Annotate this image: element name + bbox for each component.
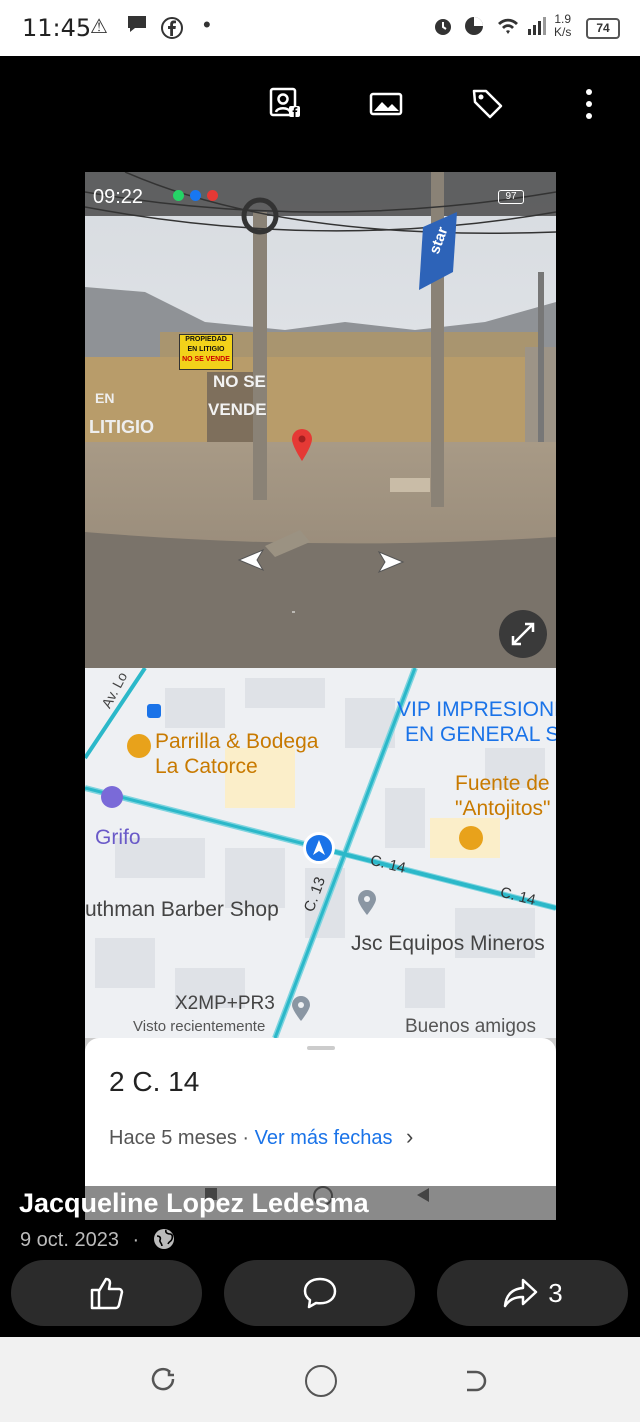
comment-icon <box>303 1277 336 1309</box>
recents-button[interactable] <box>150 1367 178 1400</box>
tag-icon <box>472 89 503 119</box>
map-label-plus-code: X2MP+PR3 <box>175 993 275 1014</box>
image-button[interactable] <box>368 86 404 122</box>
profile-photo-icon <box>269 87 300 117</box>
chevron-right-icon[interactable] <box>375 548 407 581</box>
cafe-pin-icon <box>459 826 483 850</box>
map-label-parrilla-2: La Catorce <box>155 755 258 778</box>
gas-station-pin-icon <box>101 786 123 808</box>
share-button[interactable]: 3 <box>437 1260 628 1326</box>
tag-button[interactable] <box>470 86 506 122</box>
status-bar: 11:45 ⚠ • 1.9 K/s 74 <box>0 0 640 56</box>
dot-icon: • <box>203 12 211 37</box>
like-button[interactable] <box>11 1260 202 1326</box>
back-button[interactable] <box>462 1367 490 1400</box>
map-label-buenos: Buenos amigos <box>405 1016 536 1037</box>
share-icon <box>504 1278 538 1308</box>
capture-age: Hace 5 meses <box>109 1127 237 1149</box>
red-pin-icon <box>291 428 313 467</box>
sign-line-2: EN LITIGIO <box>187 346 225 353</box>
chevron-right-icon[interactable]: › <box>406 1124 413 1149</box>
facebook-icon <box>160 16 184 46</box>
map-label-vip-1: VIP IMPRESIONE <box>397 698 556 721</box>
youtube-icon <box>207 190 218 201</box>
net-speed: 1.9 K/s <box>554 13 571 39</box>
wifi-icon <box>496 15 520 43</box>
chevron-left-icon[interactable] <box>235 546 267 579</box>
map-label-vip-2: EN GENERAL S <box>405 723 556 746</box>
author-name[interactable]: Jacqueline Lopez Ledesma <box>19 1188 369 1219</box>
place-pin-icon <box>357 890 377 916</box>
restaurant-pin-icon <box>127 734 151 758</box>
recents-icon <box>151 1367 175 1391</box>
map-label-parrilla-1: Parrilla & Bodega <box>155 730 319 753</box>
system-nav-bar <box>0 1337 640 1422</box>
messenger-icon <box>190 190 201 201</box>
share-count: 3 <box>548 1277 563 1308</box>
profile-photo-button[interactable] <box>268 86 304 122</box>
map-label-jsc: Jsc Equipos Mineros <box>351 932 545 955</box>
data-saver-icon <box>463 15 485 43</box>
net-speed-value: 1.9 <box>554 12 572 26</box>
image-icon <box>369 92 403 116</box>
battery-indicator: 74 <box>586 18 620 39</box>
back-icon <box>467 1370 487 1392</box>
sign-line-3: NO SE VENDE <box>182 356 230 363</box>
map-view[interactable]: Av. Lo Parrilla & Bodega La Catorce Grif… <box>85 668 556 1038</box>
comment-button[interactable] <box>224 1260 415 1326</box>
date-separator: · <box>132 1229 140 1251</box>
home-button[interactable] <box>305 1365 337 1397</box>
wall-graffiti-3: EN <box>95 390 115 406</box>
sign-line-1: PROPIEDAD <box>185 336 227 343</box>
property-sign: PROPIEDAD EN LITIGIO NO SE VENDE <box>179 334 233 370</box>
more-button[interactable] <box>571 86 607 122</box>
warning-icon: ⚠ <box>90 16 108 38</box>
wall-graffiti-2: VENDE <box>208 400 267 419</box>
whatsapp-icon <box>173 190 184 201</box>
plus-code-pin-icon <box>291 996 311 1022</box>
separator: · <box>236 1127 255 1149</box>
expand-icon <box>511 622 535 646</box>
post-photo[interactable]: 09:22 97 PROPIEDAD EN LITIGIO NO SE VEND… <box>85 172 556 1220</box>
status-time: 11:45 <box>22 14 92 42</box>
more-dates-link[interactable]: Ver más fechas <box>255 1127 393 1149</box>
address-title: 2 C. 14 <box>109 1066 200 1097</box>
alarm-icon <box>432 15 454 43</box>
street-view[interactable]: 09:22 97 PROPIEDAD EN LITIGIO NO SE VEND… <box>85 172 556 668</box>
map-label-fuente-2: "Antojitos" <box>455 797 551 820</box>
map-label-grifo: Grifo <box>95 826 141 849</box>
inner-back-icon <box>417 1188 429 1202</box>
signal-icon <box>526 15 548 43</box>
wall-graffiti-4: LITIGIO <box>89 417 154 437</box>
sheet-handle[interactable] <box>307 1046 335 1050</box>
inner-battery: 97 <box>498 190 524 204</box>
thumbs-up-icon <box>90 1277 123 1310</box>
wall-graffiti-1: NO SE <box>213 372 266 391</box>
date-line: Hace 5 meses · Ver más fechas › <box>109 1124 413 1150</box>
globe-icon <box>153 1229 174 1249</box>
expand-button[interactable] <box>499 610 547 658</box>
map-label-fuente-1: Fuente de <box>455 772 550 795</box>
inner-status-time: 09:22 <box>93 186 144 208</box>
post-date-row: 9 oct. 2023 · <box>20 1228 175 1252</box>
chat-bubble-icon <box>126 14 148 40</box>
net-speed-unit: K/s <box>554 25 572 39</box>
map-label-barber: uthman Barber Shop <box>85 898 279 921</box>
bus-stop-icon <box>147 704 161 718</box>
map-label-visto: Visto recientemente <box>133 1018 266 1035</box>
post-date: 9 oct. 2023 <box>20 1229 119 1251</box>
location-arrow-icon <box>303 832 335 864</box>
more-icon <box>586 89 592 119</box>
